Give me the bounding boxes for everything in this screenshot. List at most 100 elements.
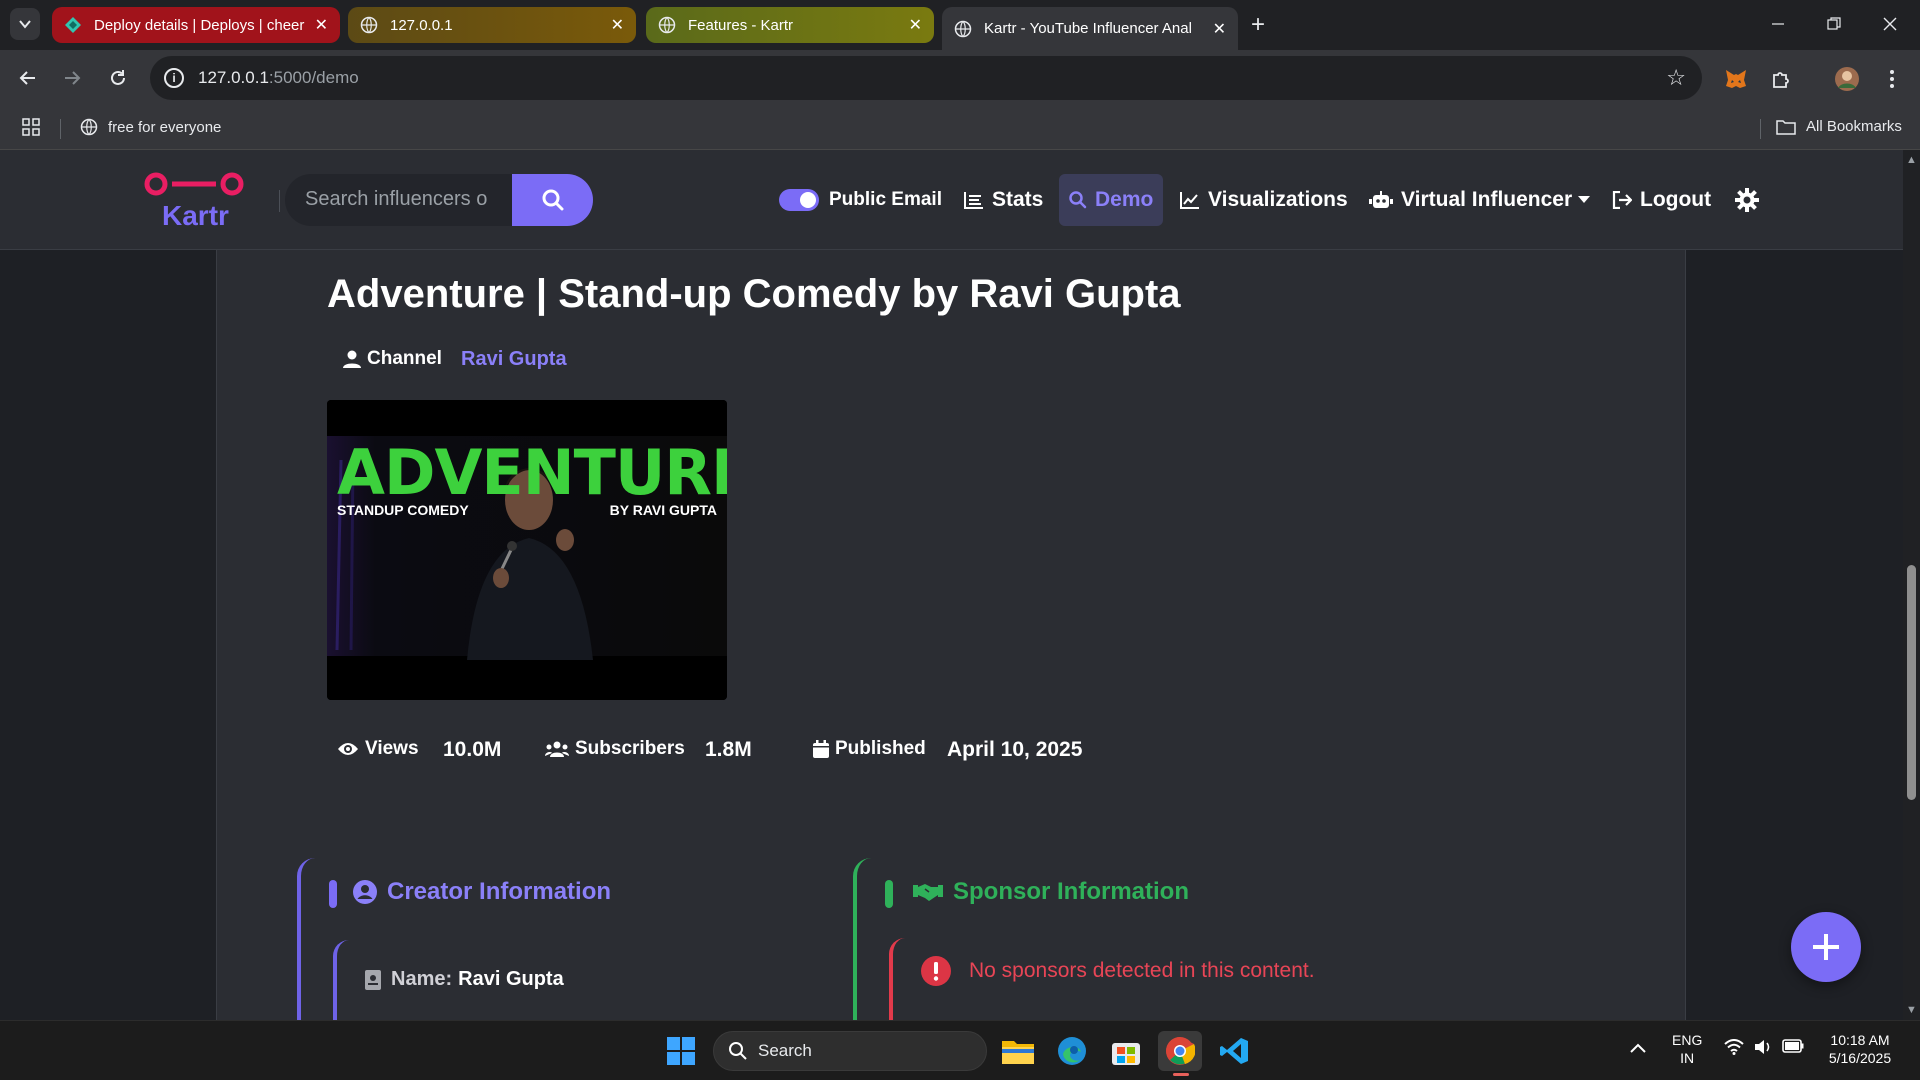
windows-taskbar: Search ENG IN 10:18 AM 5/16/2025 bbox=[0, 1020, 1920, 1080]
published-label: Published bbox=[813, 738, 926, 760]
sponsor-alert: No sponsors detected in this content. bbox=[889, 938, 1449, 1020]
close-tab-icon[interactable]: ✕ bbox=[611, 15, 624, 35]
creator-name-row: Name: Ravi Gupta bbox=[365, 968, 564, 991]
tab-title: Features - Kartr bbox=[688, 16, 794, 34]
site-info-icon[interactable]: i bbox=[164, 68, 184, 88]
globe-icon bbox=[658, 16, 676, 34]
users-icon bbox=[545, 741, 569, 757]
wifi-icon bbox=[1724, 1039, 1744, 1055]
subscribers-label: Subscribers bbox=[545, 738, 685, 760]
language-indicator[interactable]: ENG IN bbox=[1672, 1031, 1702, 1067]
browser-menu-button[interactable] bbox=[1877, 64, 1907, 94]
close-icon bbox=[1883, 17, 1897, 31]
chevron-up-icon bbox=[1630, 1043, 1646, 1053]
clock-date: 5/16/2025 bbox=[1828, 1050, 1892, 1066]
search-button[interactable] bbox=[512, 174, 593, 226]
scroll-down-icon[interactable]: ▼ bbox=[1906, 1004, 1917, 1016]
browser-tab[interactable]: 127.0.0.1 ✕ bbox=[348, 7, 636, 43]
nav-virtual-influencer-dropdown[interactable]: Virtual Influencer bbox=[1369, 174, 1591, 226]
netlify-icon bbox=[65, 17, 81, 33]
nav-stats[interactable]: Stats bbox=[964, 174, 1043, 226]
show-hidden-icons-button[interactable] bbox=[1630, 1039, 1646, 1057]
url-text[interactable]: 127.0.0.1:5000/demo bbox=[198, 68, 359, 88]
public-email-toggle[interactable]: Public Email bbox=[779, 174, 942, 226]
close-tab-icon[interactable]: ✕ bbox=[1213, 19, 1226, 39]
close-tab-icon[interactable]: ✕ bbox=[315, 15, 328, 35]
sponsor-alert-row: No sponsors detected in this content. bbox=[921, 956, 1315, 986]
search-icon bbox=[542, 189, 563, 211]
store-button[interactable] bbox=[1104, 1031, 1148, 1071]
nav-divider bbox=[279, 190, 280, 212]
views-label: Views bbox=[337, 738, 419, 760]
theme-settings-button[interactable] bbox=[1735, 174, 1759, 226]
apps-button[interactable] bbox=[22, 118, 40, 136]
vscode-button[interactable] bbox=[1212, 1031, 1256, 1071]
creator-info-heading-text: Creator Information bbox=[387, 878, 612, 905]
all-bookmarks-button[interactable]: All Bookmarks bbox=[1776, 118, 1902, 135]
nav-visualizations-label: Visualizations bbox=[1208, 188, 1348, 211]
browser-tab-active[interactable]: Kartr - YouTube Influencer Anal ✕ bbox=[942, 7, 1238, 50]
nav-visualizations[interactable]: Visualizations bbox=[1180, 174, 1348, 226]
new-tab-button[interactable]: + bbox=[1244, 11, 1272, 39]
exclamation-circle-icon bbox=[921, 956, 951, 986]
sponsor-info-heading: Sponsor Information bbox=[913, 878, 1189, 906]
close-window-button[interactable] bbox=[1870, 8, 1910, 40]
creator-name-value: Ravi Gupta bbox=[458, 968, 564, 990]
back-button[interactable] bbox=[12, 62, 44, 94]
nav-logout[interactable]: Logout bbox=[1612, 174, 1711, 226]
bookmark-star-icon[interactable]: ☆ bbox=[1666, 65, 1686, 91]
add-fab-button[interactable] bbox=[1791, 912, 1861, 982]
scrollbar-thumb[interactable] bbox=[1907, 565, 1916, 800]
reload-button[interactable] bbox=[102, 62, 134, 94]
chevron-down-icon bbox=[19, 20, 31, 29]
published-value: April 10, 2025 bbox=[947, 738, 1083, 761]
profile-avatar[interactable] bbox=[1832, 64, 1862, 94]
site-logo[interactable]: Kartr bbox=[144, 170, 248, 234]
page-scrollbar[interactable]: ▲ ▼ bbox=[1903, 150, 1920, 1020]
address-bar[interactable]: i 127.0.0.1:5000/demo ☆ bbox=[150, 56, 1702, 100]
minimize-button[interactable] bbox=[1758, 8, 1798, 40]
scroll-up-icon[interactable]: ▲ bbox=[1906, 154, 1917, 166]
edge-button[interactable] bbox=[1050, 1031, 1094, 1071]
file-explorer-button[interactable] bbox=[996, 1031, 1040, 1071]
subscribers-value: 1.8M bbox=[705, 738, 752, 761]
calendar-icon bbox=[813, 740, 829, 758]
browser-tab[interactable]: Deploy details | Deploys | cheer ✕ bbox=[52, 7, 340, 43]
views-label-text: Views bbox=[365, 738, 419, 759]
start-button[interactable] bbox=[659, 1031, 703, 1071]
toggle-switch[interactable] bbox=[779, 189, 819, 211]
main-content: Adventure | Stand-up Comedy by Ravi Gupt… bbox=[216, 250, 1686, 1020]
extensions-button[interactable] bbox=[1767, 64, 1797, 94]
taskbar-search[interactable]: Search bbox=[713, 1031, 987, 1071]
edge-icon bbox=[1058, 1037, 1086, 1065]
nav-demo[interactable]: Demo bbox=[1059, 174, 1164, 226]
channel-link[interactable]: Ravi Gupta bbox=[461, 348, 567, 371]
tab-search-button[interactable] bbox=[10, 8, 40, 40]
browser-tab[interactable]: Features - Kartr ✕ bbox=[646, 7, 934, 43]
metamask-extension-icon[interactable] bbox=[1721, 64, 1751, 94]
creator-name-label: Name: bbox=[391, 968, 453, 990]
bookmarks-divider bbox=[60, 119, 61, 139]
site-navbar: Kartr Search influencers o Public Email … bbox=[0, 150, 1903, 250]
language-region: IN bbox=[1680, 1050, 1695, 1066]
search-input[interactable]: Search influencers o bbox=[285, 174, 513, 226]
video-thumbnail[interactable]: ADVENTURE STANDUP COMEDY BY RAVI GUPTA bbox=[327, 400, 727, 700]
clock[interactable]: 10:18 AM 5/16/2025 bbox=[1820, 1031, 1900, 1067]
tab-title: Deploy details | Deploys | cheer bbox=[94, 16, 305, 34]
nav-demo-label: Demo bbox=[1095, 188, 1154, 211]
web-page: Kartr Search influencers o Public Email … bbox=[0, 150, 1903, 1020]
vscode-icon bbox=[1220, 1038, 1248, 1064]
creator-info-heading: Creator Information bbox=[353, 878, 611, 906]
bookmarks-bar: free for everyone All Bookmarks bbox=[0, 107, 1920, 150]
folder-icon bbox=[1002, 1041, 1034, 1064]
fox-icon bbox=[1726, 70, 1746, 88]
chrome-button[interactable] bbox=[1158, 1031, 1202, 1071]
forward-button[interactable] bbox=[56, 62, 88, 94]
system-tray-icons[interactable] bbox=[1724, 1039, 1804, 1055]
restore-button[interactable] bbox=[1814, 8, 1854, 40]
restore-icon bbox=[1827, 17, 1841, 30]
close-tab-icon[interactable]: ✕ bbox=[909, 15, 922, 35]
nav-stats-label: Stats bbox=[992, 188, 1044, 211]
bookmark-item[interactable]: free for everyone bbox=[80, 118, 221, 136]
reload-icon bbox=[111, 70, 125, 85]
